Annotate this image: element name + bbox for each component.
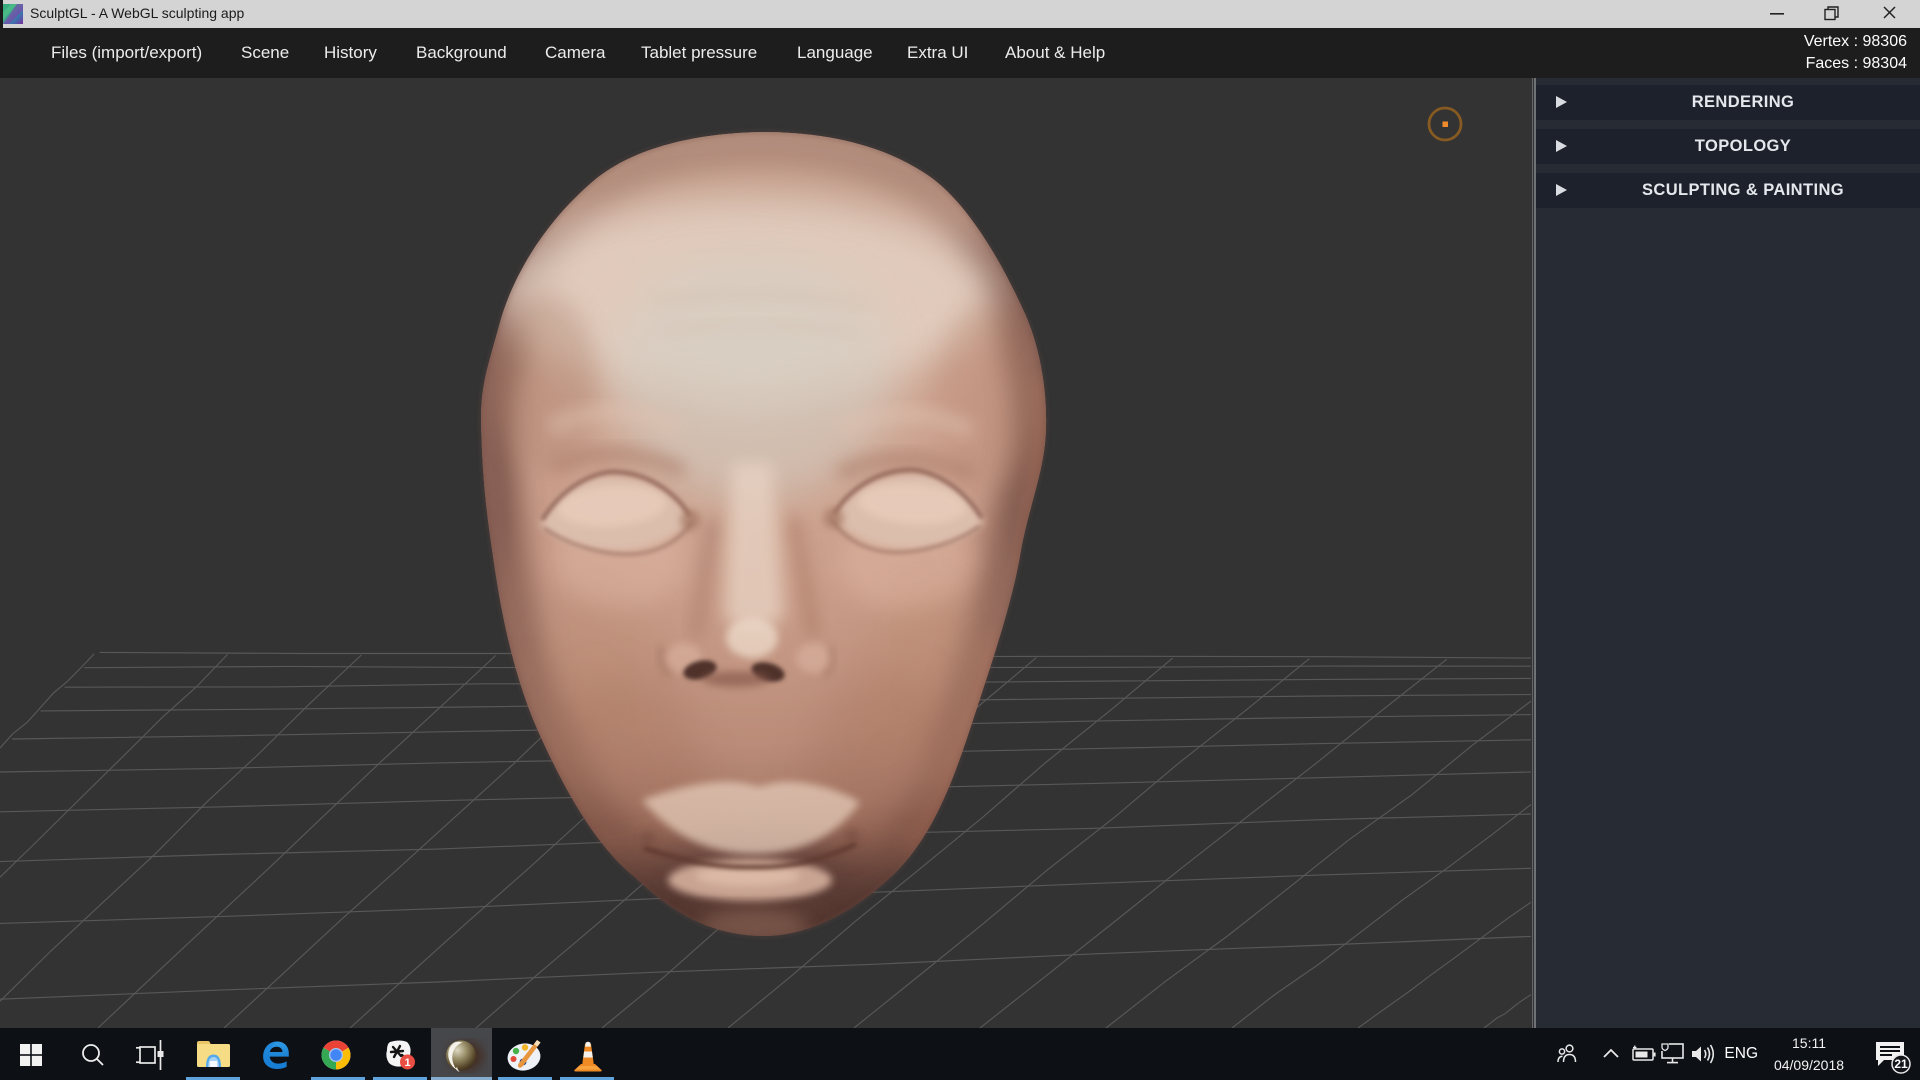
svg-text:1: 1 [404, 1057, 410, 1069]
svg-text:21: 21 [1894, 1057, 1908, 1071]
